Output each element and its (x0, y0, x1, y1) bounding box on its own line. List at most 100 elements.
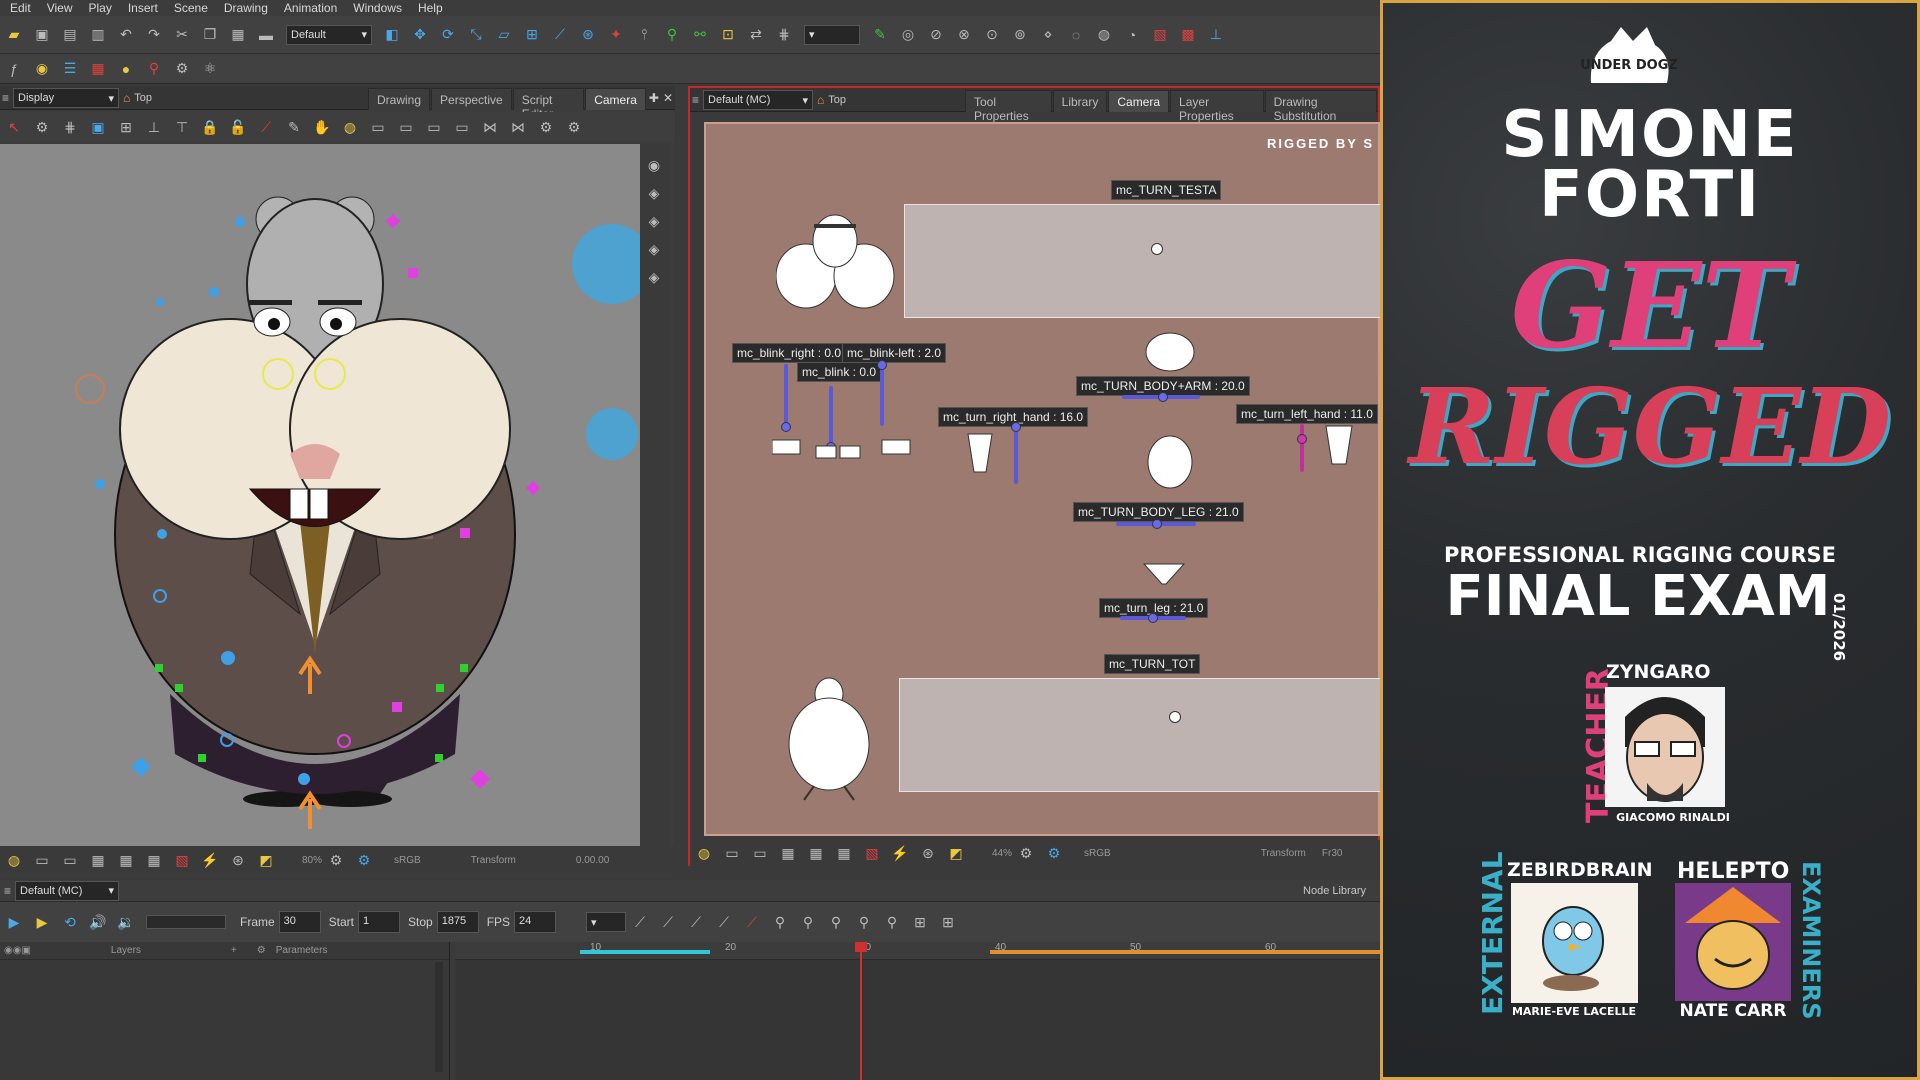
delete-icon[interactable]: ▬ (255, 24, 277, 46)
tool-icon[interactable]: ▭ (423, 116, 445, 138)
keyframe-icon[interactable]: ⟋ (657, 911, 679, 933)
view-icon[interactable]: ◩ (255, 849, 277, 871)
lock-icon[interactable]: 🔒 (199, 116, 221, 138)
bounding-box-icon[interactable]: ⊞ (115, 116, 137, 138)
camera-icon[interactable]: ▣ (87, 116, 109, 138)
script-icon[interactable]: ⚙ (171, 58, 193, 80)
mc-turn-body-leg-knob[interactable] (1152, 519, 1162, 529)
script-icon[interactable]: ⚲ (143, 58, 165, 80)
lightning-icon[interactable]: ⚡ (199, 849, 221, 871)
menu-insert[interactable]: Insert (120, 1, 166, 15)
tool-icon[interactable]: ▭ (451, 116, 473, 138)
keyframe-icon[interactable]: ⟋ (685, 911, 707, 933)
tab-drawing-substitution[interactable]: Drawing Substitution (1264, 90, 1377, 123)
zoom-level[interactable]: 44% (992, 848, 1012, 859)
settings-icon[interactable]: ⚙ (31, 116, 53, 138)
unlock-icon[interactable]: 🔓 (227, 116, 249, 138)
view-icon[interactable]: ▦ (143, 849, 165, 871)
view-icon[interactable]: ▧ (861, 842, 883, 864)
sound-range-bar[interactable] (990, 950, 1380, 954)
menu-view[interactable]: View (39, 1, 81, 15)
color-space[interactable]: sRGB (1084, 848, 1111, 859)
scale-icon[interactable]: ⤡ (465, 24, 487, 46)
tool-icon[interactable]: ⊚ (1009, 24, 1031, 46)
keyframe-icon[interactable]: ⚲ (769, 911, 791, 933)
bulb-icon[interactable]: ◍ (693, 842, 715, 864)
keyframe-icon[interactable]: ⊞ (937, 911, 959, 933)
view-icon[interactable]: ▦ (805, 842, 827, 864)
menu-help[interactable]: Help (410, 1, 451, 15)
script-icon[interactable]: ⚛ (199, 58, 221, 80)
menu-play[interactable]: Play (80, 1, 119, 15)
panel-menu-icon[interactable]: ≡ (4, 884, 11, 898)
layers-scrollbar[interactable] (435, 962, 443, 1072)
keyframe-icon[interactable]: ⚲ (881, 911, 903, 933)
mc-turn-left-hand-knob[interactable] (1297, 434, 1307, 444)
mc-dropdown[interactable]: Default (MC) ▾ (703, 90, 814, 110)
tab-drawing[interactable]: Drawing (368, 88, 431, 110)
sound-icon[interactable]: 🔊 (87, 911, 109, 933)
layer-icon[interactable]: ◈ (643, 238, 665, 260)
deform-icon[interactable]: ⊛ (577, 24, 599, 46)
color-space[interactable]: sRGB (394, 855, 421, 866)
undo-icon[interactable]: ↶ (115, 24, 137, 46)
camera-view-canvas[interactable] (0, 144, 640, 846)
brush-icon[interactable]: ⟋ (255, 116, 277, 138)
mc-blink-right-slider[interactable] (784, 364, 788, 426)
flip-icon[interactable]: ⇄ (745, 24, 767, 46)
layer-visibility-icon[interactable]: ◉◉▣ (4, 945, 31, 956)
frame-field[interactable]: 30 (278, 911, 321, 933)
eye-icon[interactable]: ◉ (643, 154, 665, 176)
keyframe-icon[interactable]: ⟋ (629, 911, 651, 933)
panel-menu-icon[interactable]: ≡ (2, 91, 9, 105)
tab-tool-properties[interactable]: Tool Properties (965, 90, 1052, 123)
peg-icon[interactable]: ⚲ (661, 24, 683, 46)
pivot-icon[interactable]: ⊥ (143, 116, 165, 138)
loop-icon[interactable]: ⟲ (59, 911, 81, 933)
gear-icon[interactable]: ⚙ (353, 849, 375, 871)
view-icon[interactable]: ▧ (171, 849, 193, 871)
tab-layer-properties[interactable]: Layer Properties (1170, 90, 1264, 123)
home-icon[interactable]: ⌂ (817, 93, 824, 107)
view-icon[interactable]: ⊛ (917, 842, 939, 864)
grid-view-icon[interactable]: ▦ (87, 58, 109, 80)
view-icon[interactable]: ◩ (945, 842, 967, 864)
home-icon[interactable]: ⌂ (123, 91, 130, 105)
lightning-icon[interactable]: ⚡ (889, 842, 911, 864)
mc-blink-left-knob[interactable] (877, 360, 887, 370)
transform-icon[interactable]: ⊞ (521, 24, 543, 46)
timeline-dropdown[interactable]: Default (MC) ▾ (15, 880, 120, 901)
rotate-icon[interactable]: ⟳ (437, 24, 459, 46)
mc-turn-right-hand-slider[interactable] (1014, 426, 1018, 484)
menu-animation[interactable]: Animation (276, 1, 345, 15)
render-icon[interactable]: ▧ (1149, 24, 1171, 46)
mc-turn-leg-knob[interactable] (1148, 613, 1158, 623)
node-library-tab[interactable]: Node Library (1303, 885, 1366, 897)
mc-blink-right-knob[interactable] (781, 422, 791, 432)
workspace-preset-dropdown[interactable]: Default ▾ (286, 24, 372, 45)
view-icon[interactable]: ▦ (777, 842, 799, 864)
sound-scrub-icon[interactable]: 🔉 (115, 911, 137, 933)
tab-perspective[interactable]: Perspective (431, 88, 512, 110)
gear-icon[interactable]: ⚙ (535, 116, 557, 138)
gear-icon[interactable]: ⚙ (325, 849, 347, 871)
panel-menu-icon[interactable]: ≡ (692, 93, 699, 107)
tab-camera[interactable]: Camera (585, 88, 646, 110)
save-icon[interactable]: ▣ (31, 24, 53, 46)
mc-turn-tot-pad[interactable] (899, 678, 1380, 792)
onion-skin-icon[interactable]: ◉ (31, 58, 53, 80)
rig-icon[interactable]: ⫯ (633, 24, 655, 46)
keyframe-icon[interactable]: ⚲ (825, 911, 847, 933)
pin-icon[interactable]: ⊥ (1205, 24, 1227, 46)
skew-icon[interactable]: ▱ (493, 24, 515, 46)
mc-turn-tot-handle[interactable] (1169, 711, 1181, 723)
view-icon[interactable]: ▦ (87, 849, 109, 871)
tool-icon[interactable]: ◌ (1065, 24, 1087, 46)
pencil-icon[interactable]: ✎ (283, 116, 305, 138)
close-icon[interactable]: ✕ (661, 88, 675, 110)
bulb-icon[interactable]: ◍ (3, 849, 25, 871)
tab-library[interactable]: Library (1052, 90, 1108, 112)
tool-icon[interactable]: ⋈ (479, 116, 501, 138)
checker-icon[interactable]: ▩ (1177, 24, 1199, 46)
tab-script-editor[interactable]: Script Editor (512, 88, 585, 121)
